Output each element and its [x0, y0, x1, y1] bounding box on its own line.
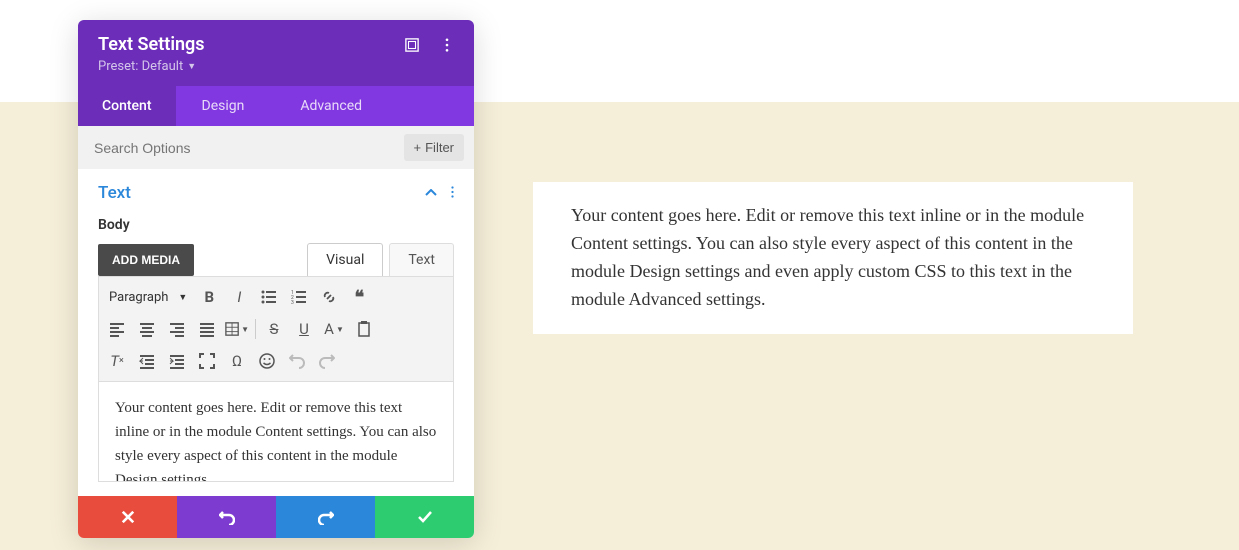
chevron-down-icon: ▼	[178, 292, 187, 303]
text-tab[interactable]: Text	[389, 243, 454, 276]
visual-tab[interactable]: Visual	[307, 243, 383, 276]
search-row: + Filter	[78, 126, 474, 169]
more-icon[interactable]	[439, 37, 454, 52]
section-more-icon[interactable]	[451, 184, 454, 203]
preview-text[interactable]: Your content goes here. Edit or remove t…	[571, 202, 1095, 314]
settings-tabs: Content Design Advanced	[78, 86, 474, 126]
align-justify-icon[interactable]	[195, 317, 219, 341]
paste-icon[interactable]	[352, 317, 376, 341]
paragraph-label: Paragraph	[109, 290, 168, 305]
editor-content[interactable]: Your content goes here. Edit or remove t…	[98, 382, 454, 482]
italic-icon[interactable]: I	[227, 285, 251, 309]
save-button[interactable]	[375, 496, 474, 538]
bold-icon[interactable]: B	[197, 285, 221, 309]
plus-icon: +	[414, 140, 422, 155]
emoji-icon[interactable]	[255, 349, 279, 373]
clear-formatting-icon[interactable]: T×	[105, 349, 129, 373]
text-section: Text Body ADD MEDIA Visual Text Paragra	[78, 169, 474, 496]
search-input[interactable]	[88, 136, 404, 160]
link-icon[interactable]	[317, 285, 341, 309]
text-color-icon[interactable]: A▼	[322, 317, 346, 341]
table-icon[interactable]: ▼	[225, 317, 249, 341]
redo-icon[interactable]	[315, 349, 339, 373]
content-preview: Your content goes here. Edit or remove t…	[533, 182, 1133, 334]
modal-title: Text Settings	[98, 34, 205, 55]
add-media-button[interactable]: ADD MEDIA	[98, 244, 194, 276]
cancel-button[interactable]	[78, 496, 177, 538]
undo-button[interactable]	[177, 496, 276, 538]
tab-design[interactable]: Design	[176, 86, 271, 126]
text-settings-modal: Text Settings Preset: Default ▼ Content …	[78, 20, 474, 538]
preset-selector[interactable]: Preset: Default ▼	[98, 59, 454, 74]
filter-label: Filter	[425, 140, 454, 155]
redo-button[interactable]	[276, 496, 375, 538]
indent-icon[interactable]	[165, 349, 189, 373]
editor-toolbar: Paragraph ▼ B I 123 ❝ ▼ S U A▼	[98, 276, 454, 382]
align-right-icon[interactable]	[165, 317, 189, 341]
special-char-icon[interactable]: Ω	[225, 349, 249, 373]
numbered-list-icon[interactable]: 123	[287, 285, 311, 309]
tab-advanced[interactable]: Advanced	[270, 86, 392, 126]
body-label: Body	[98, 217, 454, 233]
fullscreen-icon[interactable]	[195, 349, 219, 373]
modal-footer	[78, 496, 474, 538]
strikethrough-icon[interactable]: S	[262, 317, 286, 341]
modal-header: Text Settings Preset: Default ▼	[78, 20, 474, 86]
chevron-down-icon: ▼	[187, 61, 196, 72]
expand-icon[interactable]	[404, 37, 419, 52]
collapse-icon[interactable]	[425, 185, 437, 201]
align-center-icon[interactable]	[135, 317, 159, 341]
undo-icon[interactable]	[285, 349, 309, 373]
paragraph-select[interactable]: Paragraph ▼	[105, 288, 191, 307]
quote-icon[interactable]: ❝	[347, 285, 371, 309]
preset-label: Preset: Default	[98, 59, 183, 74]
svg-text:3: 3	[291, 300, 294, 305]
filter-button[interactable]: + Filter	[404, 134, 464, 161]
outdent-icon[interactable]	[135, 349, 159, 373]
align-left-icon[interactable]	[105, 317, 129, 341]
bullet-list-icon[interactable]	[257, 285, 281, 309]
tab-content[interactable]: Content	[78, 86, 176, 126]
section-title: Text	[98, 183, 131, 203]
underline-icon[interactable]: U	[292, 317, 316, 341]
